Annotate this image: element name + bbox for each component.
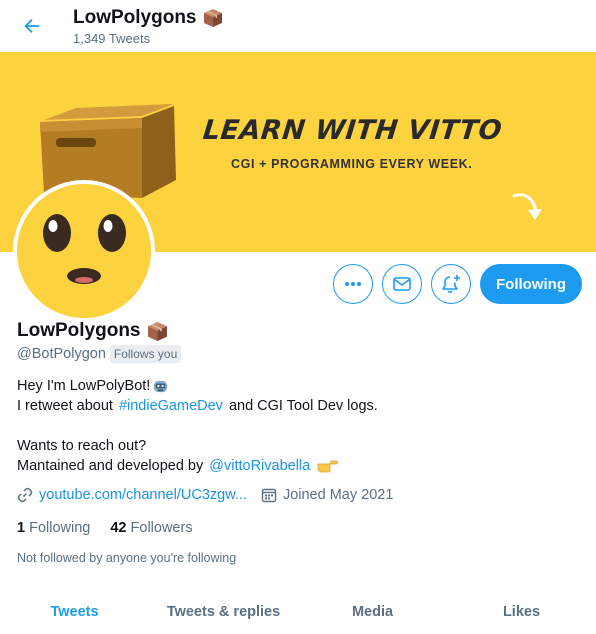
- website-item: youtube.com/channel/UC3zgw...: [17, 487, 247, 503]
- banner-tagline: CGI + PROGRAMMING EVERY WEEK.: [231, 157, 473, 171]
- mention-link[interactable]: @vittoRivabella: [209, 456, 310, 476]
- profile-actions: Following: [333, 264, 582, 304]
- face-illustration: [17, 184, 151, 318]
- bio-text: I retweet about: [17, 398, 117, 414]
- box-illustration: [40, 104, 176, 198]
- avatar[interactable]: [13, 180, 155, 322]
- profile-name: LowPolygons: [17, 320, 141, 341]
- follows-you-badge: Follows you: [109, 345, 182, 363]
- header-title: LowPolygons: [73, 7, 223, 29]
- banner-headline: LEARN WITH VITTO: [201, 115, 504, 146]
- follow-stats: 1 Following 42 Followers: [17, 520, 193, 536]
- tab-tweets[interactable]: Tweets: [0, 592, 149, 634]
- link-icon: [17, 487, 33, 503]
- following-label: Following: [29, 520, 91, 536]
- bio-blank-line: [17, 416, 577, 436]
- profile-tabs: Tweets Tweets & replies Media Likes: [0, 592, 596, 634]
- tab-media[interactable]: Media: [298, 592, 447, 634]
- bio-text: Hey I'm LowPolyBot!: [17, 378, 151, 394]
- bio-line: Mantained and developed by @vittoRivabel…: [17, 456, 577, 476]
- header-name: LowPolygons: [73, 7, 197, 28]
- bio-text: Mantained and developed by: [17, 458, 208, 474]
- arrow-left-icon: [24, 18, 40, 34]
- bell-plus-icon: [442, 275, 461, 294]
- bio-line: I retweet about #indieGameDev and CGI To…: [17, 396, 577, 416]
- package-icon: [147, 321, 167, 341]
- profile-header: LowPolygons 1,349 Tweets: [0, 0, 596, 52]
- tweet-count: 1,349 Tweets: [73, 31, 151, 46]
- following-stat[interactable]: 1 Following: [17, 520, 90, 536]
- envelope-icon: [393, 277, 411, 291]
- back-button[interactable]: [16, 10, 48, 42]
- joined-item: Joined May 2021: [261, 487, 393, 503]
- pointing-hand-icon: [317, 460, 339, 473]
- message-button[interactable]: [382, 264, 423, 304]
- hashtag-link[interactable]: #indieGameDev: [119, 396, 223, 416]
- calendar-icon: [261, 488, 277, 503]
- notifications-button[interactable]: [431, 264, 472, 304]
- followers-stat[interactable]: 42 Followers: [110, 520, 192, 536]
- more-icon: [345, 282, 362, 286]
- not-followed-note: Not followed by anyone you're following: [17, 551, 237, 565]
- tab-likes[interactable]: Likes: [447, 592, 596, 634]
- following-count: 1: [17, 520, 26, 536]
- bio-text: and CGI Tool Dev logs.: [224, 398, 378, 414]
- profile-bio: Hey I'm LowPolyBot! I retweet about #ind…: [17, 376, 577, 476]
- robot-icon: [154, 380, 168, 392]
- bio-line: Hey I'm LowPolyBot!: [17, 376, 577, 396]
- followers-count: 42: [110, 520, 127, 536]
- followers-label: Followers: [130, 520, 193, 536]
- curved-arrow-icon: [512, 193, 542, 220]
- website-link[interactable]: youtube.com/channel/UC3zgw...: [39, 487, 247, 503]
- profile-handle: @BotPolygon: [17, 346, 106, 362]
- bio-text: Wants to reach out?: [17, 438, 147, 454]
- tab-tweets-replies[interactable]: Tweets & replies: [149, 592, 298, 634]
- more-button[interactable]: [333, 264, 374, 304]
- profile-meta: youtube.com/channel/UC3zgw... Joined May…: [17, 487, 407, 503]
- joined-date: Joined May 2021: [282, 487, 394, 503]
- handle-row: @BotPolygon Follows you: [17, 345, 182, 363]
- package-icon: [203, 9, 222, 27]
- bio-line: Wants to reach out?: [17, 436, 577, 456]
- profile-name-row: LowPolygons: [17, 320, 168, 342]
- following-button[interactable]: Following: [480, 264, 582, 304]
